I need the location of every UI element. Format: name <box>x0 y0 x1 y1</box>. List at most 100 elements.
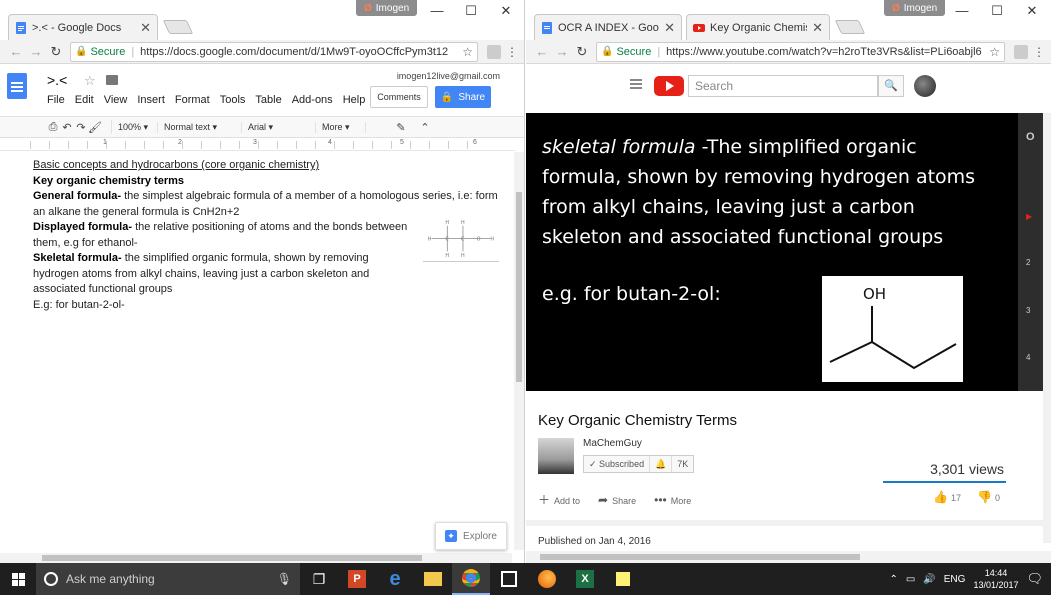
tab-youtube-video[interactable]: Key Organic Chemistry Te ✕ <box>686 14 830 40</box>
comments-button[interactable]: Comments <box>370 86 428 108</box>
bookmark-star-icon[interactable]: ☆ <box>462 45 473 59</box>
menu-format[interactable]: Format <box>175 94 210 106</box>
youtube-logo-icon[interactable] <box>654 76 684 96</box>
horizontal-scrollbar[interactable] <box>526 551 1051 563</box>
ethanol-displayed-formula-image[interactable]: H H H H H C C O H <box>423 214 499 262</box>
menu-file[interactable]: File <box>47 94 65 106</box>
microphone-icon[interactable]: 🎙 <box>277 572 292 586</box>
search-icon[interactable]: 🔍 <box>878 75 904 97</box>
more-button[interactable]: ••• More <box>654 493 691 507</box>
edge-browser-icon[interactable]: e <box>376 563 414 595</box>
edit-mode-pen-icon[interactable]: ✎ <box>394 121 408 134</box>
search-input[interactable]: Search <box>688 75 878 97</box>
window-close-icon[interactable]: ✕ <box>1017 3 1047 19</box>
folder-icon[interactable] <box>106 75 118 85</box>
menu-insert[interactable]: Insert <box>137 94 165 106</box>
font-dropdown[interactable]: Arial ▾ <box>242 121 316 133</box>
like-button[interactable]: 👍 17 <box>933 490 961 504</box>
share-button[interactable]: ➦ Share <box>598 493 636 507</box>
language-indicator[interactable]: ENG <box>944 574 966 585</box>
extension-icon[interactable] <box>1014 44 1028 59</box>
excel-icon[interactable]: X <box>566 563 604 595</box>
video-player[interactable]: skeletal formula -The simplified organic… <box>526 113 1018 391</box>
vertical-scrollbar[interactable] <box>514 152 524 550</box>
style-dropdown[interactable]: Normal text ▾ <box>158 121 242 133</box>
menu-view[interactable]: View <box>104 94 128 106</box>
user-profile-badge[interactable]: Ø Imogen <box>356 0 418 16</box>
horizontal-scrollbar[interactable] <box>0 553 512 563</box>
menu-tools[interactable]: Tools <box>220 94 246 106</box>
more-dropdown[interactable]: More ▾ <box>316 121 366 133</box>
channel-name[interactable]: MaChemGuy <box>583 438 642 449</box>
menu-help[interactable]: Help <box>343 94 366 106</box>
store-icon[interactable] <box>490 563 528 595</box>
star-icon[interactable]: ☆ <box>84 73 96 89</box>
playlist-index[interactable]: 3 <box>1026 306 1030 315</box>
forward-arrow-icon[interactable]: → <box>552 44 572 59</box>
reload-icon[interactable]: ↻ <box>46 44 66 60</box>
scrollbar-thumb[interactable] <box>516 192 522 382</box>
playlist-index[interactable]: 4 <box>1026 353 1030 362</box>
playlist-index[interactable]: 2 <box>1026 258 1030 267</box>
window-close-icon[interactable]: ✕ <box>491 3 521 19</box>
paint-format-icon[interactable]: 🖌 <box>88 121 102 134</box>
menu-addons[interactable]: Add-ons <box>292 94 333 106</box>
bookmark-star-icon[interactable]: ☆ <box>989 45 1000 59</box>
user-profile-badge[interactable]: Ø Imogen <box>884 0 946 16</box>
new-tab-button[interactable] <box>834 20 866 34</box>
account-email[interactable]: imogen12live@gmail.com <box>397 71 500 81</box>
document-page[interactable]: Basic concepts and hydrocarbons (core or… <box>0 152 512 550</box>
hamburger-menu-icon[interactable] <box>630 79 642 89</box>
maximize-icon[interactable]: ☐ <box>456 3 486 19</box>
collapse-chevron-icon[interactable]: ⌃ <box>418 121 432 134</box>
minimize-icon[interactable]: — <box>422 3 452 18</box>
back-arrow-icon[interactable]: ← <box>6 44 26 59</box>
document-title[interactable]: >.< <box>47 72 67 88</box>
clock[interactable]: 14:44 13/01/2017 <box>973 567 1018 591</box>
scrollbar-thumb[interactable] <box>540 554 860 560</box>
address-bar[interactable]: 🔒 Secure | https://www.youtube.com/watch… <box>596 41 1005 62</box>
extension-icon[interactable] <box>487 44 501 59</box>
back-arrow-icon[interactable]: ← <box>532 44 552 59</box>
chrome-icon[interactable] <box>452 563 490 595</box>
menu-edit[interactable]: Edit <box>75 94 94 106</box>
show-hidden-icons-chevron-icon[interactable]: ⌃ <box>889 574 897 585</box>
reload-icon[interactable]: ↻ <box>572 44 592 60</box>
maximize-icon[interactable]: ☐ <box>982 3 1012 19</box>
cortana-search-box[interactable]: Ask me anything 🎙 <box>36 563 300 595</box>
avatar[interactable] <box>914 75 936 97</box>
channel-avatar[interactable] <box>538 438 574 474</box>
docs-logo-icon[interactable] <box>7 73 27 99</box>
volume-icon[interactable]: 🔊 <box>923 574 935 585</box>
firefox-icon[interactable] <box>528 563 566 595</box>
browser-menu-icon[interactable]: ⋮ <box>506 45 518 59</box>
close-icon[interactable]: ✕ <box>812 20 823 36</box>
new-tab-button[interactable] <box>162 20 194 34</box>
add-to-button[interactable]: ＋ Add to <box>538 491 580 508</box>
windows-start-icon[interactable] <box>0 563 36 595</box>
menu-table[interactable]: Table <box>255 94 281 106</box>
tab-ocr-index[interactable]: OCR A INDEX - Google D ✕ <box>534 14 682 40</box>
close-icon[interactable]: ✕ <box>664 20 675 36</box>
subscribe-button[interactable]: ✓ Subscribed 🔔 7K <box>583 455 695 473</box>
powerpoint-icon[interactable]: P <box>338 563 376 595</box>
undo-icon[interactable]: ↶ <box>60 121 74 134</box>
zoom-dropdown[interactable]: 100% ▾ <box>112 121 158 133</box>
task-view-icon[interactable]: ❐ <box>300 563 338 595</box>
notifications-icon[interactable]: 🗨 <box>1026 571 1043 587</box>
address-bar[interactable]: 🔒 Secure | https://docs.google.com/docum… <box>70 41 478 62</box>
tab-google-docs[interactable]: >.< - Google Docs ✕ <box>8 14 158 40</box>
sticky-notes-icon[interactable] <box>604 563 642 595</box>
redo-icon[interactable]: ↷ <box>74 121 88 134</box>
browser-menu-icon[interactable]: ⋮ <box>1033 45 1045 59</box>
share-button[interactable]: 🔒 Share <box>435 86 491 108</box>
battery-icon[interactable]: ▭ <box>906 574 915 585</box>
close-icon[interactable]: ✕ <box>140 20 151 36</box>
notification-bell-icon[interactable]: 🔔 <box>650 456 673 472</box>
dislike-button[interactable]: 👎 0 <box>977 490 1000 504</box>
minimize-icon[interactable]: — <box>947 3 977 18</box>
forward-arrow-icon[interactable]: → <box>26 44 46 59</box>
scrollbar-thumb[interactable] <box>42 555 422 561</box>
file-explorer-icon[interactable] <box>414 563 452 595</box>
explore-button[interactable]: ✦ Explore <box>435 522 507 550</box>
